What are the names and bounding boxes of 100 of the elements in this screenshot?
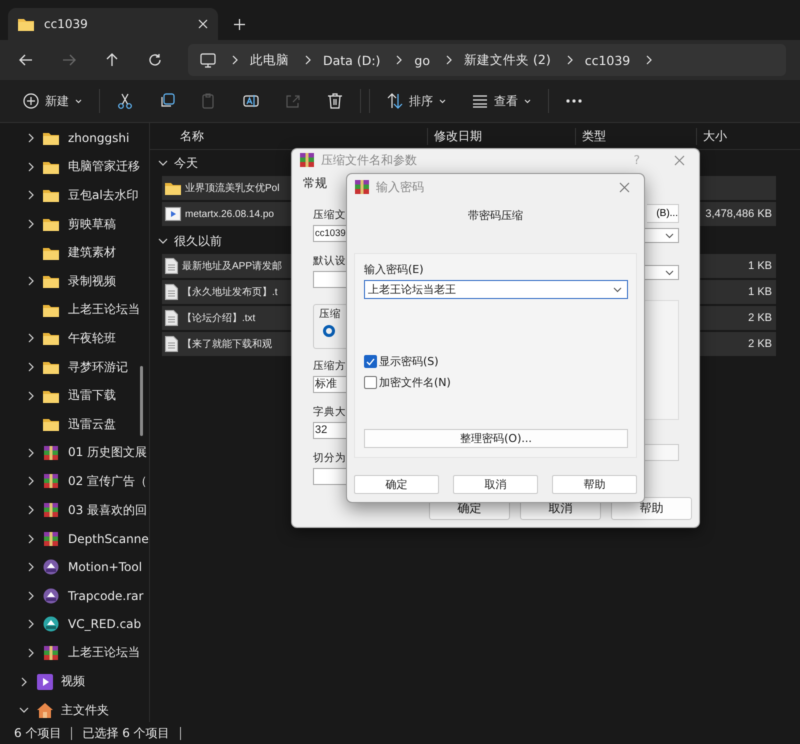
text-field[interactable] (645, 444, 679, 461)
sidebar-item[interactable]: 迅雷云盘 (68, 416, 116, 433)
folder-icon (43, 388, 59, 403)
view-button[interactable]: 查看 (462, 86, 541, 116)
column-header[interactable]: 大小 (697, 128, 777, 144)
checkbox[interactable] (364, 376, 377, 389)
sidebar-item[interactable]: 寻梦环游记 (68, 358, 128, 376)
sidebar-item[interactable]: zhonggshi (68, 131, 130, 146)
file-size: 1 KB (748, 260, 772, 272)
breadcrumb-item[interactable]: cc1039 (584, 52, 630, 68)
more-icon (566, 99, 582, 103)
file-name: 【论坛介绍】.txt (182, 312, 256, 325)
breadcrumb-item[interactable]: go (414, 52, 430, 68)
dialog-heading: 带密码压缩 (467, 208, 524, 223)
breadcrumb-item[interactable]: 新建文件夹 (2) (464, 52, 551, 68)
archive-books-icon (43, 644, 59, 661)
column-header[interactable]: 名称 (150, 128, 428, 144)
dialog-title: 输入密码 (376, 178, 425, 196)
back-arrow-icon[interactable] (19, 53, 33, 67)
sidebar-item[interactable]: 03 最喜欢的回 (68, 502, 148, 519)
chevron-right-icon[interactable] (28, 162, 34, 172)
breadcrumb-item[interactable]: 此电脑 (250, 52, 289, 68)
text-file-icon (165, 336, 178, 352)
chevron-right-icon[interactable] (28, 476, 34, 486)
chevron-right-icon[interactable] (28, 333, 34, 344)
chevron-right-icon[interactable] (28, 390, 34, 401)
folder-icon (43, 302, 59, 317)
refresh-icon[interactable] (148, 53, 162, 67)
column-header[interactable]: 修改日期 (428, 128, 576, 144)
chevron-down-icon (613, 286, 622, 292)
chevron-right-icon[interactable] (28, 362, 34, 372)
new-button[interactable]: 新建 (13, 86, 92, 116)
breadcrumb-item[interactable]: Data (D:) (323, 52, 380, 68)
archive-badge-icon (43, 588, 59, 604)
checkbox-label[interactable]: 显示密码(S) (379, 354, 439, 369)
dialog-title: 压缩文件名和参数 (321, 152, 418, 169)
sidebar-item[interactable]: 02 宣传广告（ (68, 472, 148, 490)
sidebar-item[interactable]: Motion+Tool (68, 560, 142, 574)
chevron-right-icon[interactable] (28, 590, 34, 601)
folder-icon (43, 131, 59, 146)
chevron-right-icon[interactable] (28, 276, 34, 286)
plus-icon[interactable] (234, 19, 245, 30)
field-label: 默认设 (313, 254, 347, 268)
update-dropdown[interactable] (645, 265, 679, 280)
chevron-right-icon (446, 55, 452, 65)
chevron-icon[interactable] (19, 676, 29, 687)
dialog-button[interactable]: 取消 (453, 475, 538, 494)
folder-icon (43, 160, 59, 174)
chevron-right-icon[interactable] (28, 133, 34, 144)
dialog-button[interactable]: 确定 (354, 475, 439, 494)
chevron-right-icon[interactable] (28, 619, 34, 630)
archive-books-icon (43, 530, 59, 547)
chevron-right-icon[interactable] (28, 534, 34, 544)
sidebar-item[interactable]: 上老王论坛当 (68, 644, 140, 662)
browse-button[interactable]: (B)... (647, 204, 679, 223)
folder-icon (18, 17, 34, 31)
address-bar[interactable]: 此电脑 Data (D:) go 新建文件夹 (2) cc1039 (188, 44, 786, 76)
dialog-button[interactable]: 帮助 (552, 475, 637, 494)
sidebar-item[interactable]: 迅雷下载 (68, 387, 116, 404)
chevron-right-icon[interactable] (28, 505, 34, 516)
sort-button[interactable]: 排序 (377, 86, 456, 116)
file-name: 业界顶流美乳女优Pol (185, 182, 280, 195)
scrollbar-thumb[interactable] (140, 366, 143, 436)
chevron-right-icon[interactable] (28, 448, 34, 458)
organize-passwords-button[interactable]: 整理密码(O)... (364, 429, 628, 448)
share-icon (285, 93, 301, 109)
chevron-icon[interactable] (158, 236, 168, 246)
sidebar-item[interactable]: 建筑素材 (68, 244, 116, 262)
chevron-right-icon[interactable] (28, 648, 34, 658)
file-size: 1 KB (748, 286, 772, 298)
sidebar-item[interactable]: 01 历史图文展 (68, 444, 148, 462)
sidebar-item[interactable]: VC_RED.cab (68, 617, 142, 632)
sidebar-item[interactable]: 视频 (61, 673, 85, 690)
sidebar-item[interactable]: 午夜轮班 (68, 330, 116, 347)
sidebar-item[interactable]: 主文件夹 (61, 702, 109, 719)
sidebar-item[interactable]: 上老王论坛当 (68, 301, 140, 318)
sidebar-item[interactable]: 电脑管家迁移 (68, 158, 140, 176)
chevron-icon[interactable] (19, 705, 29, 716)
up-arrow-icon[interactable] (105, 53, 119, 67)
sidebar-item[interactable]: 录制视频 (68, 272, 116, 290)
checkbox[interactable] (364, 355, 377, 368)
chevron-right-icon[interactable] (28, 562, 34, 572)
chevron-icon[interactable] (158, 158, 168, 168)
list-icon (472, 93, 488, 109)
browser-tab[interactable]: cc1039 (8, 8, 218, 40)
format-dropdown[interactable] (645, 228, 679, 243)
password-field[interactable]: 上老王论坛当老王 (364, 280, 628, 299)
checkbox-label[interactable]: 加密文件名(N) (379, 375, 451, 390)
dialog-tab[interactable]: 常规 (303, 175, 327, 192)
trash-icon (327, 93, 343, 109)
sidebar-item[interactable]: Trapcode.rar (68, 588, 144, 603)
chevron-right-icon[interactable] (28, 219, 34, 230)
column-header[interactable]: 类型 (576, 128, 697, 144)
copy-icon (159, 93, 175, 109)
radio-button[interactable] (323, 325, 335, 337)
file-size: 2 KB (748, 312, 772, 324)
sidebar-item[interactable]: 剪映草稿 (68, 216, 116, 233)
sidebar-item[interactable]: 豆包al去水印 (68, 186, 139, 204)
chevron-right-icon[interactable] (28, 190, 34, 200)
sidebar-item[interactable]: DepthScanne (68, 532, 149, 546)
